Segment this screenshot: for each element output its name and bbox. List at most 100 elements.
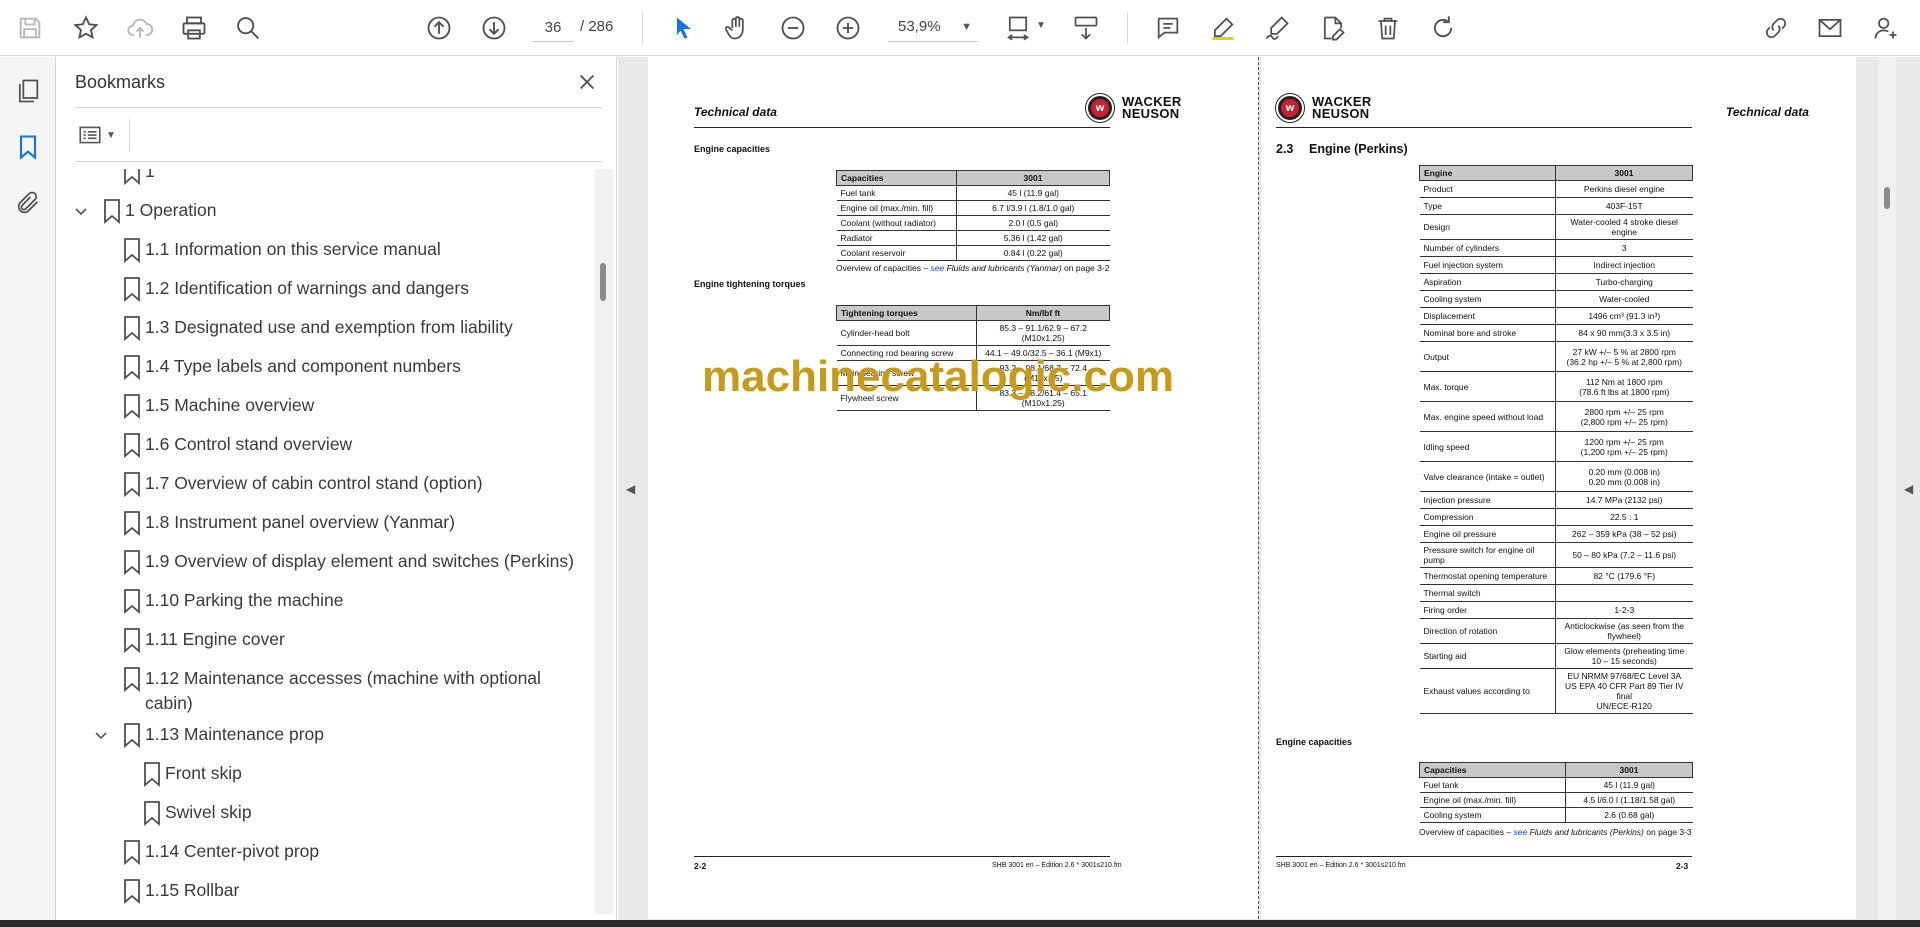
see-link[interactable]: see (1513, 827, 1527, 837)
attachment-icon[interactable] (12, 187, 44, 219)
edit-pdf-icon[interactable] (1315, 10, 1351, 46)
table-header: 3001 (956, 170, 1110, 186)
scrolling-mode-icon[interactable] (1068, 10, 1104, 46)
bookmark-options-button[interactable]: ▼ (77, 120, 123, 150)
collapse-left-icon[interactable]: ◀ (626, 482, 635, 496)
upload-cloud-icon[interactable] (122, 10, 158, 46)
table-row: Cooling system Water-cooled (1419, 290, 1693, 308)
page-header: Technical data (1726, 105, 1809, 119)
bookmark-icon (141, 800, 163, 826)
bookmark-item[interactable]: Front skip (57, 761, 587, 791)
table-cell-value: 22.5 : 1 (1555, 508, 1693, 526)
bookmark-scrollbar[interactable] (595, 169, 613, 914)
next-page-icon[interactable] (476, 10, 512, 46)
share-link-icon[interactable] (1758, 10, 1794, 46)
add-user-icon[interactable] (1868, 10, 1904, 46)
page-thumbnails-icon[interactable] (12, 75, 44, 107)
table-row: Engine oil pressure 262 – 359 kPa (38 – 5… (1419, 525, 1693, 543)
table-cell-label: Exhaust values according to (1419, 668, 1556, 714)
bookmark-item[interactable]: Swivel skip (57, 800, 587, 830)
bookmark-item[interactable]: 1.4 Type labels and component numbers (57, 354, 587, 384)
bookmark-item[interactable]: 1.3 Designated use and exemption from li… (57, 315, 587, 345)
zoom-in-icon[interactable] (830, 10, 866, 46)
table-cell-label: Product (1419, 180, 1556, 198)
table-row: Coolant reservoir 0.84 l (0.22 gal) (836, 245, 1110, 261)
table-row: Idling speed 1200 rpm +/– 25 rpm (1,200 r… (1419, 431, 1693, 462)
chevron-down-icon[interactable] (71, 200, 91, 222)
fit-page-icon[interactable] (1000, 10, 1036, 46)
section-subheading: Engine tightening torques (694, 279, 806, 289)
bookmark-item[interactable]: 1.9 Overview of display element and swit… (57, 549, 587, 579)
table-cell-label: Direction of rotation (1419, 618, 1556, 644)
table-cell-value: Anticlockwise (as seen from the flywheel… (1555, 618, 1693, 644)
zoom-out-icon[interactable] (775, 10, 811, 46)
header-rule (1276, 127, 1692, 128)
draw-signature-icon[interactable] (1259, 10, 1295, 46)
bookmark-item[interactable]: 1.6 Control stand overview (57, 432, 587, 462)
bookmark-item[interactable]: 1.12 Maintenance accesses (machine with … (57, 666, 587, 722)
bookmark-item[interactable]: 1.15 Rollbar (57, 878, 587, 908)
table-cell-value: 5.36 l (1.42 gal) (956, 230, 1110, 246)
bookmark-item[interactable]: 1 (57, 169, 587, 189)
collapse-right-icon[interactable]: ◀ (1904, 482, 1913, 496)
bookmark-item[interactable]: 1.5 Machine overview (57, 393, 587, 423)
table-cell-label: Cooling system (1419, 290, 1556, 308)
footer-rule (694, 856, 1110, 857)
bookmark-icon (141, 761, 163, 787)
bookmark-label: 1.12 Maintenance accesses (machine with … (145, 668, 541, 688)
table-row: Max. engine speed without load 2800 rpm +… (1419, 401, 1693, 432)
bookmark-label: 1.14 Center-pivot prop (145, 841, 320, 861)
scrollbar-thumb[interactable] (1884, 187, 1890, 209)
bookmark-item[interactable]: 1.14 Center-pivot prop (57, 839, 587, 869)
highlight-pen-icon[interactable] (1205, 10, 1241, 46)
previous-page-icon[interactable] (421, 10, 457, 46)
bookmark-panel-icon[interactable] (12, 131, 44, 163)
page-number-input[interactable]: 36 (532, 12, 574, 42)
email-icon[interactable] (1812, 10, 1848, 46)
bookmark-item[interactable]: 1 Operation (57, 198, 587, 228)
save-icon[interactable] (12, 10, 48, 46)
delete-trash-icon[interactable] (1370, 10, 1406, 46)
close-icon[interactable] (572, 67, 602, 97)
table-cell-value: 1496 cm³ (91.3 in³) (1555, 307, 1693, 325)
hand-tool-icon[interactable] (719, 10, 755, 46)
page-divider (1258, 57, 1259, 919)
zoom-level-select[interactable]: 53,9% ▼ (888, 12, 978, 42)
chevron-down-icon[interactable]: ▼ (1036, 20, 1046, 31)
table-cell-label: Starting aid (1419, 643, 1556, 669)
bookmark-item[interactable]: 1.8 Instrument panel overview (Yanmar) (57, 510, 587, 540)
bookmark-item[interactable]: 1.11 Engine cover (57, 627, 587, 657)
section-subheading: Engine capacities (694, 144, 771, 154)
chevron-down-icon[interactable] (91, 724, 111, 746)
table-row: Exhaust values according to EU NRMM 97/68… (1419, 668, 1693, 714)
find-zoom-icon[interactable] (230, 10, 266, 46)
star-icon[interactable] (68, 10, 104, 46)
table-cell-value: Perkins diesel engine (1555, 180, 1693, 198)
table-header: Capacities (836, 170, 957, 186)
bookmark-label-continued: cabin) (145, 693, 193, 713)
bookmark-item[interactable]: 1.10 Parking the machine (57, 588, 587, 618)
table-row: Fuel injection system Indirect injection (1419, 256, 1693, 274)
bookmark-item[interactable]: 1.2 Identification of warnings and dange… (57, 276, 587, 306)
table-cell-value: 6.7 l/3.9 l (1.8/1.0 gal) (956, 200, 1110, 216)
scrollbar-thumb[interactable] (600, 263, 606, 301)
bookmark-item[interactable]: 1.1 Information on this service manual (57, 237, 587, 267)
chevron-down-icon: ▼ (106, 129, 116, 141)
see-link[interactable]: see (930, 263, 944, 273)
select-cursor-icon[interactable] (666, 10, 702, 46)
table-header: Capacities (1419, 762, 1566, 778)
bookmark-icon (101, 198, 123, 224)
rotate-icon[interactable] (1425, 10, 1461, 46)
comment-icon[interactable] (1150, 10, 1186, 46)
bookmarks-panel: Bookmarks ▼ 1 1 Operation 1.1 Information … (57, 57, 617, 927)
print-icon[interactable] (176, 10, 212, 46)
document-scrollbar[interactable] (1878, 57, 1896, 927)
toolbar-separator (1127, 12, 1128, 44)
section-title: Engine (Perkins) (1309, 142, 1408, 156)
table-row: Engine oil (max./min. fill) 4.5 l/6.0 l (… (1419, 792, 1693, 808)
table-row: Output 27 kW +/– 5 % at 2800 rpm (36.2 hp… (1419, 341, 1693, 372)
table-cell-label: Compression (1419, 508, 1556, 526)
bookmark-item[interactable]: 1.7 Overview of cabin control stand (opt… (57, 471, 587, 501)
bookmark-icon (121, 432, 143, 458)
bookmark-item[interactable]: 1.13 Maintenance prop (57, 722, 587, 752)
